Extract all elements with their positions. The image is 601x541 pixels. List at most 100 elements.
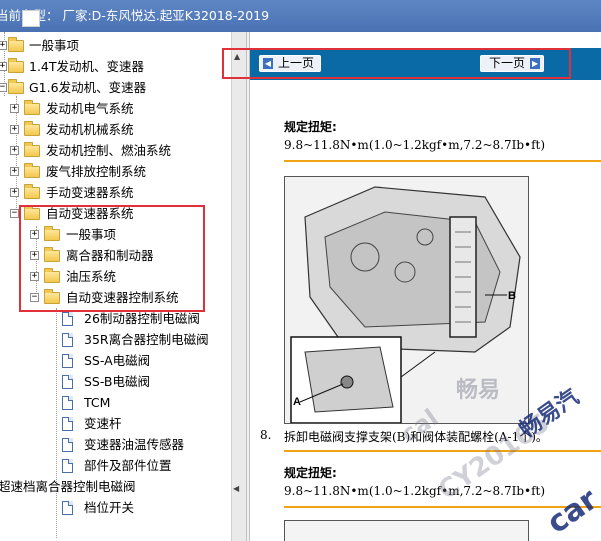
tree-item-label: TCM [84, 395, 111, 410]
torque-label: 规定扭矩: [284, 120, 337, 134]
tree-item-label: 自动变速器系统 [46, 206, 134, 221]
watermark-text: car [540, 482, 601, 541]
document-icon [62, 333, 73, 347]
document-icon [62, 501, 73, 515]
divider-line [284, 160, 601, 162]
expand-icon[interactable]: + [10, 188, 19, 197]
tree-item[interactable]: 部件及部件位置 [0, 456, 231, 476]
expand-icon[interactable]: + [10, 125, 19, 134]
tree-item[interactable]: + 发动机控制、燃油系统 [0, 141, 231, 161]
tree-item[interactable]: + 发动机电气系统 [0, 99, 231, 119]
expand-icon[interactable]: + [10, 146, 19, 155]
window-title: 当前车型： 厂家:D-东风悦达.起亚K32018-2019 [0, 8, 270, 23]
tree-item[interactable]: SS-A电磁阀 [0, 351, 231, 371]
tree-item-label: 26制动器控制电磁阀 [84, 311, 200, 326]
collapse-icon[interactable]: − [30, 293, 39, 302]
callout-a: A [293, 396, 301, 408]
scroll-left-icon[interactable]: ◀ [233, 484, 239, 493]
collapse-icon[interactable]: − [0, 83, 7, 92]
tree-item[interactable]: 超速档离合器控制电磁阀 [0, 477, 231, 497]
prev-page-label: 上一页 [278, 56, 315, 70]
tree-item-label: 发动机机械系统 [46, 122, 134, 137]
tree-item[interactable]: + 离合器和制动器 [0, 246, 231, 266]
next-page-button[interactable]: 下一页 ▶ [480, 55, 545, 72]
expand-icon[interactable]: + [10, 167, 19, 176]
folder-icon [24, 163, 40, 178]
prev-page-button[interactable]: ◀ 上一页 [259, 55, 322, 72]
expand-icon[interactable]: + [30, 230, 39, 239]
tree-item[interactable]: − 自动变速器系统 [0, 204, 231, 224]
tree-item-label: 部件及部件位置 [84, 458, 172, 473]
tree-item-label: 发动机电气系统 [46, 101, 134, 116]
tree-item[interactable]: − G1.6发动机、变速器 [0, 78, 231, 98]
folder-icon [24, 184, 40, 199]
tree-item-label: 变速杆 [84, 416, 122, 431]
tree-item[interactable]: +1.4T发动机、变速器 [0, 57, 231, 77]
next-page-label: 下一页 [489, 56, 526, 70]
tree-item[interactable]: 档位开关 [0, 498, 231, 518]
tree-item[interactable]: 35R离合器控制电磁阀 [0, 330, 231, 350]
folder-icon [44, 268, 60, 283]
step-number: 8. [260, 428, 272, 442]
tree-item-label: 离合器和制动器 [66, 248, 154, 263]
window-titlebar: 当前车型： 厂家:D-东风悦达.起亚K32018-2019 [0, 0, 601, 32]
folder-icon [24, 100, 40, 115]
tree-item-label: 变速器油温传感器 [84, 437, 185, 452]
tree-item-label: 1.4T发动机、变速器 [29, 59, 145, 74]
page-nav-bar: ◀ 上一页 下一页 ▶ [250, 48, 601, 80]
folder-icon [44, 247, 60, 262]
tree-item-label: 一般事项 [29, 38, 80, 53]
tree-item-label: 废气排放控制系统 [46, 164, 147, 179]
document-icon [62, 396, 73, 410]
arrow-left-icon: ◀ [263, 58, 273, 69]
tree-item[interactable]: − 自动变速器控制系统 [0, 288, 231, 308]
valve-body-figure: A B [284, 176, 529, 424]
step-text: 拆卸电磁阀支撑支架(B)和阀体装配螺栓(A-1个)。 [284, 430, 548, 444]
document-icon [62, 375, 73, 389]
tree-item[interactable]: 变速器油温传感器 [0, 435, 231, 455]
app-icon [22, 10, 40, 27]
tree-scrollbar[interactable] [231, 32, 246, 541]
tree-item-label: G1.6发动机、变速器 [29, 80, 147, 95]
scroll-up-icon[interactable]: ▲ [234, 52, 240, 61]
tree-item[interactable]: SS-B电磁阀 [0, 372, 231, 392]
tree-item-label: 一般事项 [66, 227, 117, 242]
tree-item-label: 发动机控制、燃油系统 [46, 143, 172, 158]
expand-icon[interactable]: + [0, 62, 7, 71]
torque-label-2: 规定扭矩: [284, 466, 337, 480]
divider-line [284, 506, 601, 508]
expand-icon[interactable]: + [30, 272, 39, 281]
folder-icon [24, 121, 40, 136]
folder-icon [24, 205, 40, 220]
tree-item-label: 档位开关 [84, 500, 135, 515]
document-icon [62, 312, 73, 326]
divider-line [284, 450, 601, 452]
collapse-icon[interactable]: − [10, 209, 19, 218]
expand-icon[interactable]: + [0, 41, 7, 50]
tree-item-label: 自动变速器控制系统 [66, 290, 179, 305]
valve-body-illustration: A B [285, 177, 528, 423]
tree-item[interactable]: + 油压系统 [0, 267, 231, 287]
tree-item[interactable]: TCM [0, 393, 231, 413]
tree-item-label: 35R离合器控制电磁阀 [84, 332, 209, 347]
torque-value: 9.8~11.8N•m(1.0~1.2kgf•m,7.2~8.7Ib•ft) [284, 138, 546, 152]
tree-item[interactable]: + 发动机机械系统 [0, 120, 231, 140]
tree-item[interactable]: + 一般事项 [0, 225, 231, 245]
folder-icon [8, 58, 24, 73]
callout-b: B [508, 290, 516, 302]
expand-icon[interactable]: + [10, 104, 19, 113]
tree-item[interactable]: + 一般事项 [0, 36, 231, 56]
expand-icon[interactable]: + [30, 251, 39, 260]
tree-item[interactable]: + 手动变速器系统 [0, 183, 231, 203]
folder-icon [8, 79, 24, 94]
arrow-right-icon: ▶ [530, 58, 541, 69]
document-icon [62, 354, 73, 368]
tree-item[interactable]: 变速杆 [0, 414, 231, 434]
folder-icon [8, 37, 24, 52]
tree-item-label: 超速档离合器控制电磁阀 [0, 479, 136, 494]
document-icon [62, 459, 73, 473]
tree-item[interactable]: 26制动器控制电磁阀 [0, 309, 231, 329]
tree-item[interactable]: + 废气排放控制系统 [0, 162, 231, 182]
document-icon [62, 417, 73, 431]
tree-item-label: SS-A电磁阀 [84, 353, 151, 368]
